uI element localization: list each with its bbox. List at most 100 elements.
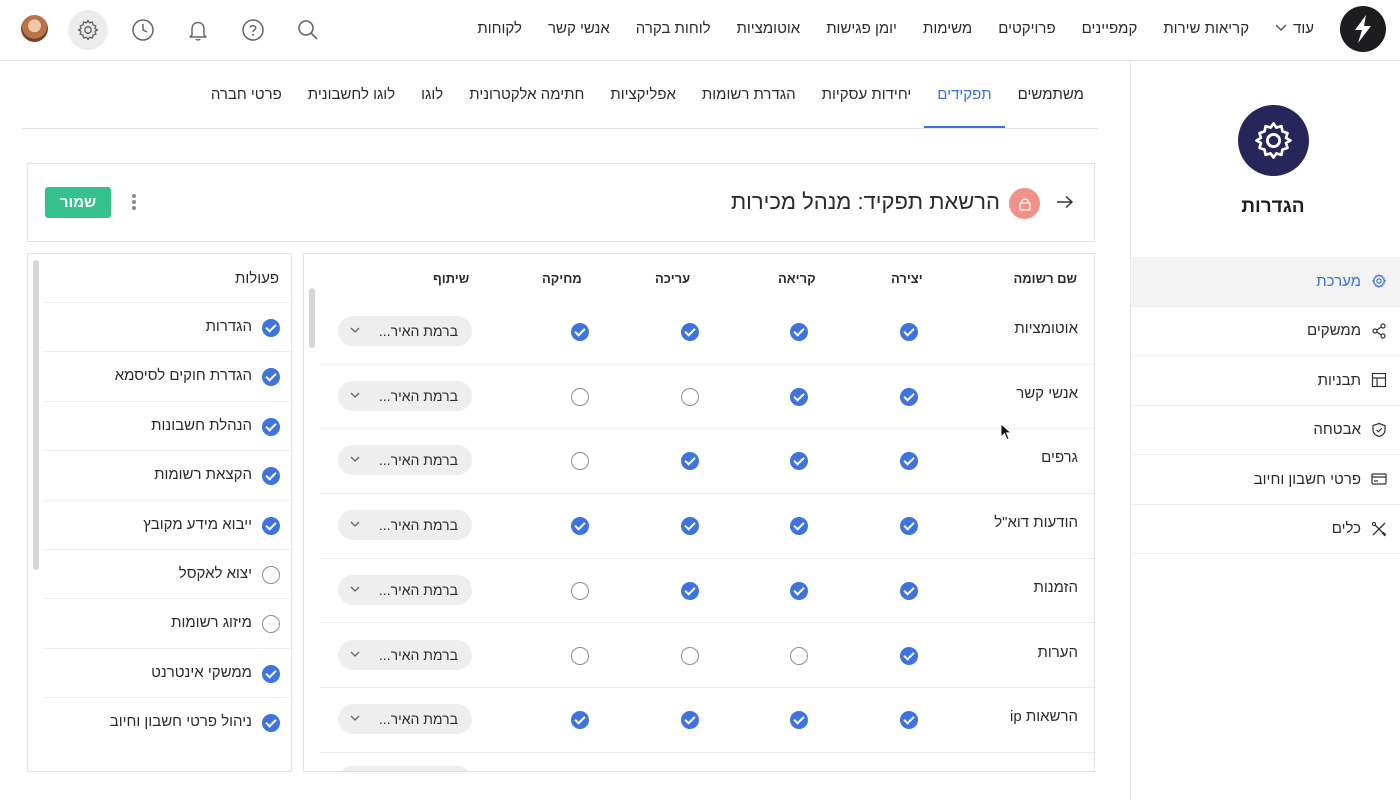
action-checkbox[interactable]: [262, 467, 280, 486]
app-logo[interactable]: [1340, 6, 1386, 52]
list-item[interactable]: ייבוא מידע מקובץ: [44, 499, 291, 549]
action-checkbox[interactable]: [262, 714, 280, 733]
help-button[interactable]: [233, 10, 273, 50]
edit-checkbox[interactable]: [681, 452, 699, 471]
list-item[interactable]: הגדרת חוקים לסיסמא: [44, 351, 291, 400]
nav-campaigns[interactable]: קמפיינים: [1082, 20, 1138, 37]
nav-customers[interactable]: לקוחות: [477, 20, 522, 37]
action-checkbox[interactable]: [262, 615, 280, 634]
tab-e-signature[interactable]: חתימה אלקטרונית: [456, 62, 597, 128]
share-select[interactable]: ברמת האיר...: [338, 380, 472, 411]
history-button[interactable]: [123, 10, 163, 50]
tab-invoice-logo[interactable]: לוגו לחשבונית: [295, 62, 408, 128]
tab-logo[interactable]: לוגו: [408, 62, 456, 128]
delete-checkbox[interactable]: [571, 581, 589, 600]
nav-calendar[interactable]: יומן פגישות: [826, 20, 897, 37]
list-item[interactable]: הקצאת רשומות: [44, 450, 291, 499]
list-item[interactable]: הנהלת חשבונות: [44, 400, 291, 450]
chevron-down-icon: [350, 327, 360, 333]
edit-checkbox[interactable]: [681, 387, 699, 406]
share-select[interactable]: ברמת האיר...: [338, 574, 472, 605]
read-checkbox[interactable]: [790, 323, 808, 341]
tab-roles[interactable]: תפקידים: [924, 62, 1005, 128]
scrollbar[interactable]: [309, 288, 315, 348]
sidebar-item-tools[interactable]: כלים: [1131, 505, 1400, 554]
action-checkbox[interactable]: [262, 417, 280, 436]
table-row: הערות ברמת האיר...: [320, 624, 1094, 689]
read-checkbox[interactable]: [790, 711, 808, 730]
read-checkbox[interactable]: [790, 387, 808, 406]
action-label: ניהול פרטי חשבון וחיוב: [109, 713, 252, 731]
action-checkbox[interactable]: [262, 664, 280, 683]
delete-checkbox[interactable]: [571, 452, 589, 471]
search-button[interactable]: [288, 10, 328, 50]
share-select[interactable]: ברמת האיר...: [338, 510, 472, 541]
nav-tasks[interactable]: משימות: [923, 20, 972, 37]
create-checkbox[interactable]: [900, 581, 918, 600]
action-checkbox[interactable]: [262, 319, 280, 337]
read-checkbox[interactable]: [790, 517, 808, 536]
nav-dashboards[interactable]: לוחות בקרה: [636, 20, 711, 37]
edit-checkbox[interactable]: [681, 646, 699, 665]
list-item[interactable]: ניהול פרטי חשבון וחיוב: [44, 697, 291, 746]
create-checkbox[interactable]: [900, 517, 918, 536]
notifications-button[interactable]: [178, 10, 218, 50]
read-checkbox[interactable]: [790, 581, 808, 600]
share-select[interactable]: ברמת האיר...: [338, 445, 472, 476]
create-checkbox[interactable]: [900, 323, 918, 341]
nav-service-calls[interactable]: קריאות שירות: [1163, 20, 1249, 37]
sidebar-item-system[interactable]: מערכת: [1131, 257, 1400, 307]
nav-more-dropdown[interactable]: עוד: [1275, 20, 1314, 37]
table-row: הזמנות ברמת האיר...: [320, 559, 1094, 624]
permissions-table: שם רשומה יצירה קריאה עריכה מחיקה שיתוף א…: [303, 253, 1095, 772]
edit-checkbox[interactable]: [681, 517, 699, 536]
create-checkbox[interactable]: [900, 646, 918, 665]
avatar[interactable]: [21, 15, 48, 42]
share-select[interactable]: ברמת האיר...: [338, 316, 472, 346]
edit-checkbox[interactable]: [681, 711, 699, 730]
more-options-button[interactable]: [128, 192, 140, 214]
list-item[interactable]: יצוא לאקסל: [44, 549, 291, 598]
action-checkbox[interactable]: [262, 368, 280, 387]
edit-checkbox[interactable]: [681, 581, 699, 600]
list-item[interactable]: ממשקי אינטרנט: [44, 647, 291, 697]
sidebar-item-integrations[interactable]: ממשקים: [1131, 307, 1400, 356]
tab-record-settings[interactable]: הגדרת רשומות: [689, 62, 809, 128]
nav-automations[interactable]: אוטומציות: [737, 20, 801, 37]
back-arrow-icon[interactable]: [1053, 190, 1077, 214]
delete-checkbox[interactable]: [571, 387, 589, 406]
delete-checkbox[interactable]: [571, 323, 589, 341]
tab-users[interactable]: משתמשים: [1005, 62, 1097, 128]
tab-applications[interactable]: אפליקציות: [597, 62, 689, 128]
edit-checkbox[interactable]: [681, 323, 699, 341]
read-checkbox[interactable]: [790, 646, 808, 665]
list-item[interactable]: מיזוג רשומות: [44, 598, 291, 647]
settings-button[interactable]: [68, 10, 108, 50]
tab-business-units[interactable]: יחידות עסקיות: [809, 62, 925, 128]
sidebar-item-templates[interactable]: תבניות: [1131, 356, 1400, 406]
share-select[interactable]: ברמת האיר...: [338, 639, 472, 670]
column-header-edit: עריכה: [655, 271, 691, 286]
save-button[interactable]: שמור: [45, 187, 111, 218]
share-select[interactable]: ברמת האיר...: [338, 704, 472, 735]
action-checkbox[interactable]: [262, 566, 280, 584]
sidebar-item-billing[interactable]: פרטי חשבון וחיוב: [1131, 455, 1400, 505]
action-checkbox[interactable]: [262, 516, 280, 535]
delete-checkbox[interactable]: [571, 517, 589, 536]
delete-checkbox[interactable]: [571, 711, 589, 730]
create-checkbox[interactable]: [900, 387, 918, 406]
delete-checkbox[interactable]: [571, 646, 589, 665]
nav-projects[interactable]: פרויקטים: [998, 20, 1055, 37]
create-checkbox[interactable]: [900, 711, 918, 730]
record-name: הזמנות: [1033, 578, 1078, 596]
sidebar-item-security[interactable]: אבטחה: [1131, 406, 1400, 455]
share-select[interactable]: [338, 766, 472, 771]
chevron-down-icon: [350, 586, 360, 592]
nav-contacts[interactable]: אנשי קשר: [548, 20, 610, 37]
create-checkbox[interactable]: [900, 452, 918, 471]
tab-company-details[interactable]: פרטי חברה: [198, 62, 295, 128]
sidebar-menu: מערכת ממשקים תבניות אבטחה פרטי חשבון וחי…: [1131, 257, 1400, 554]
scrollbar[interactable]: [33, 260, 39, 570]
list-item[interactable]: הגדרות: [44, 302, 291, 351]
read-checkbox[interactable]: [790, 452, 808, 471]
